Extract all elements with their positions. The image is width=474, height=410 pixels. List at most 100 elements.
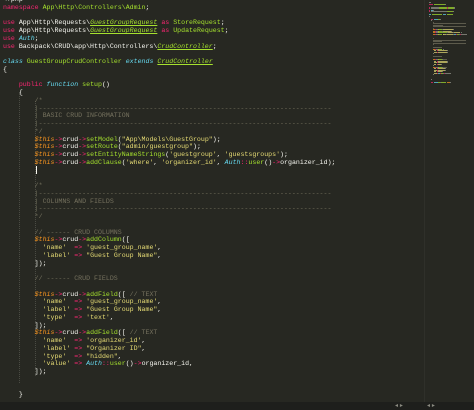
code-token: "Organizer ID": [86, 344, 142, 352]
code-token: ,: [157, 251, 162, 259]
code-token: */: [34, 127, 43, 135]
code-token: $this: [34, 236, 55, 244]
code-token: ;: [34, 34, 39, 42]
code-token: );: [280, 151, 288, 158]
code-line: 'type' => 'text',: [3, 314, 336, 322]
code-token: =>: [74, 337, 83, 344]
code-token: $this: [34, 151, 55, 158]
code-token: extends: [125, 58, 154, 65]
code-token: 'guestgroup': [169, 151, 217, 158]
code-line: $this->crud->setEntityNameStrings('guest…: [3, 151, 336, 159]
code-line: }: [3, 391, 336, 399]
code-token: =>: [74, 313, 83, 321]
code-token: GuestGroupRequest: [90, 27, 158, 34]
code-token: $this: [34, 143, 55, 151]
minimap[interactable]: [424, 0, 474, 402]
minimap-stroke: [452, 29, 454, 30]
code-token: |---------------------------------------…: [34, 120, 332, 127]
code-token: "Guest Group Name": [86, 251, 158, 259]
code-token: );: [192, 143, 201, 151]
code-token: ->: [78, 151, 87, 158]
code-text[interactable]: <?phpnamespace App\Http\Controllers\Admi…: [3, 0, 336, 402]
code-token: use: [3, 19, 15, 27]
code-token: organizer_id);: [280, 158, 336, 166]
code-token: |---------------------------------------…: [34, 104, 332, 112]
code-token: {: [3, 89, 23, 96]
code-line: use Auth;: [3, 35, 336, 43]
code-token: // ------ CRUD FIELDS: [34, 275, 118, 282]
code-token: =>: [74, 251, 83, 259]
minimap-stroke: [432, 56, 443, 57]
code-token: public: [18, 81, 43, 89]
minimap-stroke: [446, 14, 453, 15]
code-token: 'guestsgroups': [224, 151, 281, 158]
code-token: crud: [62, 151, 79, 158]
code-token: setRoute: [86, 143, 118, 151]
code-token: ,: [157, 298, 162, 306]
code-token: ->: [78, 143, 87, 151]
minimap-stroke: [432, 53, 434, 54]
status-bar: ◂ ▸ ◂ ▸: [0, 402, 474, 410]
minimap-stroke: [444, 72, 451, 74]
code-token: 'where': [125, 158, 154, 166]
code-token: 'label': [42, 251, 71, 259]
minimap-stroke: [438, 51, 447, 53]
code-token: "App\Models\GuestGroup": [121, 135, 213, 143]
code-line: /*: [3, 97, 336, 105]
code-token: =>: [74, 298, 83, 306]
code-token: {: [3, 65, 7, 73]
code-line: // ------ CRUD COLUMNS: [3, 229, 336, 237]
code-line: 'label' => "Guest Group Name",: [3, 306, 336, 314]
code-token: ->: [78, 158, 87, 166]
code-token: crud: [62, 158, 79, 166]
code-token: user: [109, 360, 126, 368]
code-line: $this->crud->setRoute("admin/guestgroup"…: [3, 143, 336, 151]
code-token: Auth: [18, 34, 35, 42]
code-token: // TEXT: [129, 329, 158, 337]
code-token: ([: [117, 329, 130, 337]
code-token: (): [125, 360, 134, 368]
code-line: ]);: [3, 368, 336, 376]
code-line: ]);: [3, 260, 336, 268]
code-token: | COLUMNS AND FIELDS: [34, 197, 114, 205]
code-token: StoreRequest: [173, 19, 221, 27]
code-token: =>: [74, 344, 83, 352]
code-editor[interactable]: <?phpnamespace App\Http\Controllers\Admi…: [0, 0, 422, 402]
code-token: ,: [157, 306, 162, 313]
minimap-stroke: [440, 81, 447, 83]
status-indicator: ◂ ▸: [427, 402, 435, 409]
code-token: GuestGroupRequest: [90, 19, 158, 27]
code-token: ;: [212, 42, 217, 50]
code-token: $this: [34, 329, 55, 337]
minimap-stroke: [432, 74, 434, 75]
code-token: UpdateRequest: [173, 27, 225, 34]
minimap-stroke: [432, 26, 467, 27]
code-line: use App\Http\Requests\GuestGroupRequest …: [3, 19, 336, 27]
code-line: |---------------------------------------…: [3, 105, 336, 113]
code-token: // TEXT: [129, 290, 158, 298]
minimap-stroke: [433, 18, 438, 20]
code-line: 'type' => "hidden",: [3, 353, 336, 361]
code-line: /*: [3, 182, 336, 190]
code-line: 'value' => Auth::user()->organizer_id,: [3, 360, 336, 368]
code-token: ,: [141, 337, 146, 344]
